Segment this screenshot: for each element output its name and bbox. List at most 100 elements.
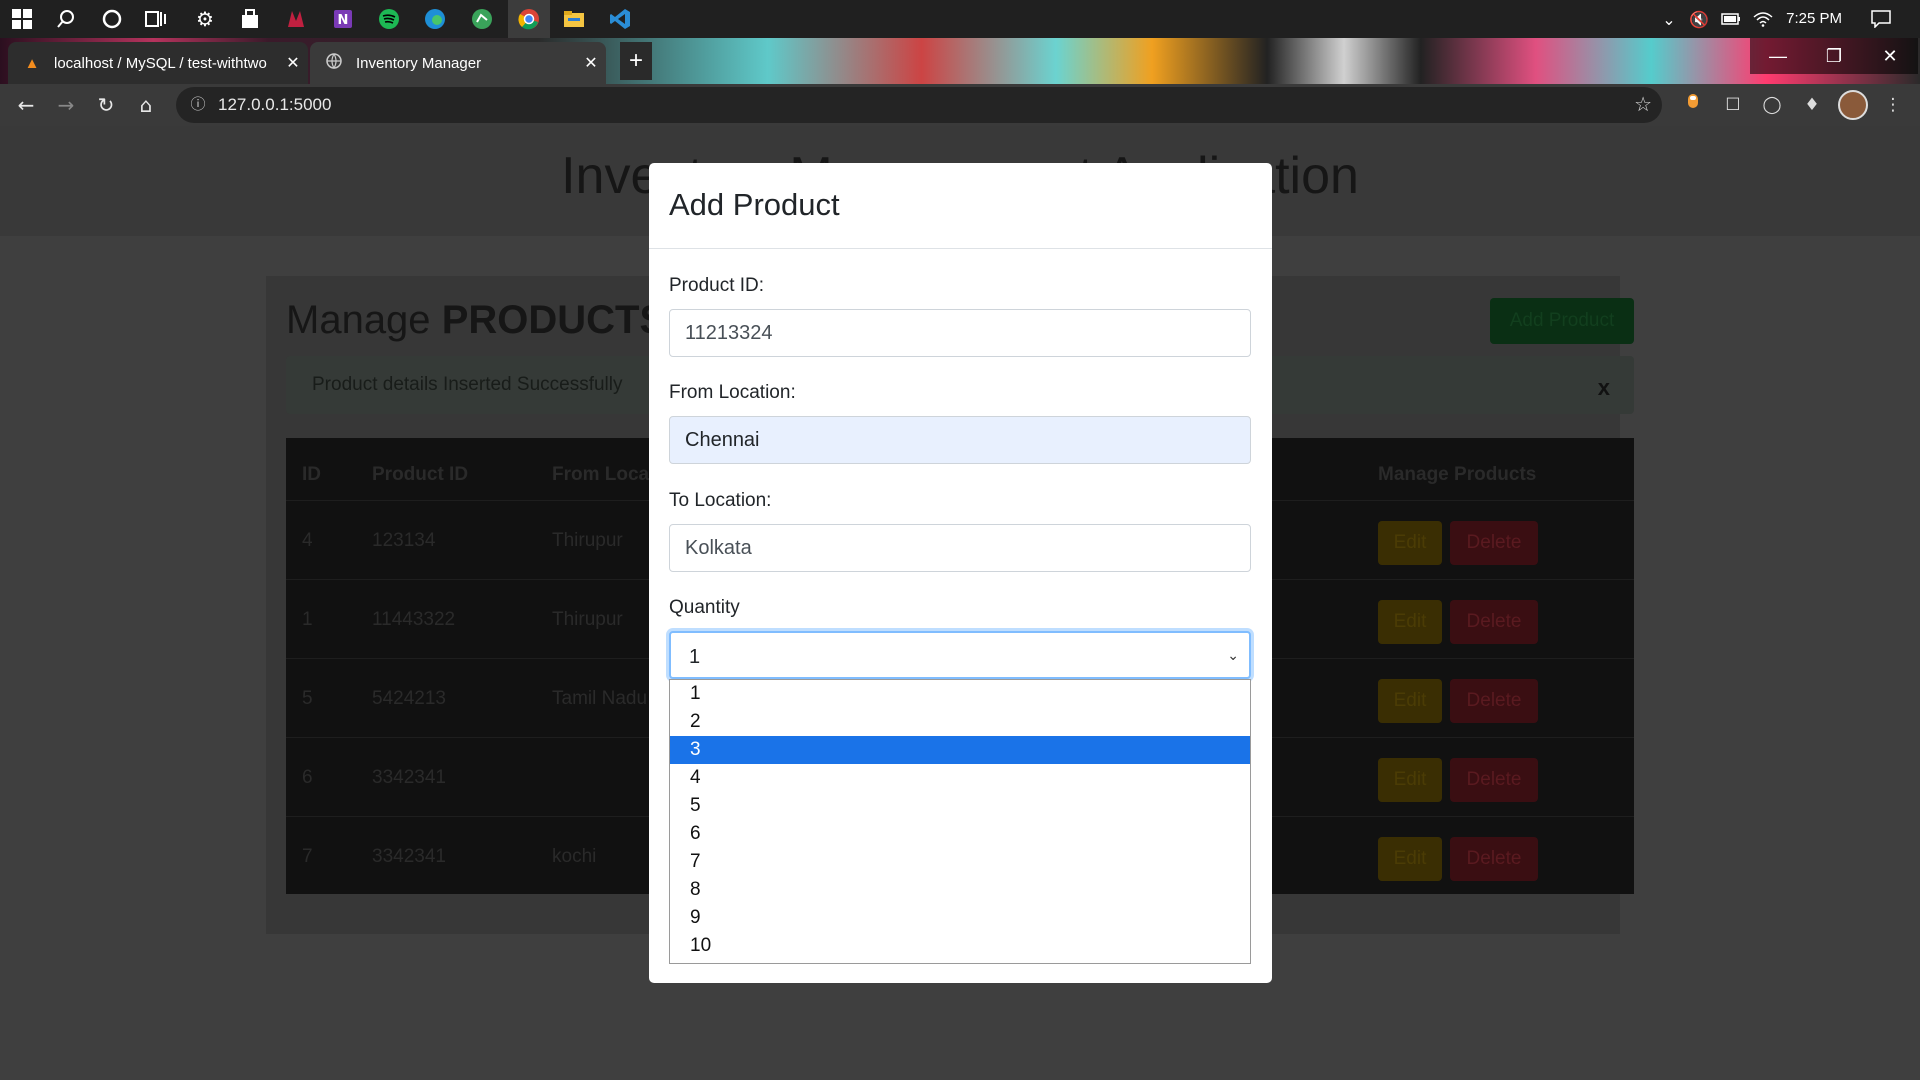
edit-button[interactable]: Edit <box>1378 758 1442 802</box>
extension-icon[interactable]: ◯ <box>1757 90 1787 120</box>
alert-close-button[interactable]: x <box>1598 356 1610 414</box>
delete-button[interactable]: Delete <box>1450 837 1538 881</box>
windows-taskbar: ⚙ N ⌄ 🔇 7:25 PM <box>0 0 1920 38</box>
chrome-icon[interactable] <box>508 0 550 38</box>
close-tab-icon[interactable]: ✕ <box>278 53 308 73</box>
site-info-icon[interactable]: ⓘ <box>186 87 210 123</box>
cell-from-location: kochi <box>552 846 597 867</box>
extension-icon[interactable] <box>1678 90 1708 120</box>
quantity-option[interactable]: 1 <box>670 680 1250 708</box>
vscode-icon[interactable] <box>600 0 640 38</box>
windows-start-icon[interactable] <box>2 0 42 38</box>
modal-title: Add Product <box>669 187 840 222</box>
delete-button[interactable]: Delete <box>1450 600 1538 644</box>
quantity-option[interactable]: 4 <box>670 764 1250 792</box>
clock-time[interactable]: 7:25 PM <box>1786 0 1842 38</box>
pocket-icon[interactable]: ☐ <box>1718 90 1748 120</box>
quantity-option[interactable]: 5 <box>670 792 1250 820</box>
add-product-button[interactable]: Add Product <box>1490 298 1634 344</box>
to-location-label: To Location: <box>669 490 772 511</box>
table-header: Manage Products <box>1378 464 1537 485</box>
quantity-option-highlighted[interactable]: 3 <box>670 736 1250 764</box>
cell-product-id: 11443322 <box>372 609 456 630</box>
quantity-option[interactable]: 9 <box>670 904 1250 932</box>
phpmyadmin-icon: ▲ <box>24 54 40 72</box>
quantity-option[interactable]: 10 <box>670 932 1250 960</box>
tab-label: localhost / MySQL / test-withtwo <box>54 54 267 72</box>
quantity-dropdown-list: 1 2 3 4 5 6 7 8 9 10 <box>669 679 1251 964</box>
cell-product-id: 123134 <box>372 530 436 551</box>
file-explorer-icon[interactable] <box>554 0 594 38</box>
reload-icon[interactable]: ↻ <box>88 84 124 126</box>
tab-inventory-manager[interactable]: Inventory Manager ✕ <box>310 42 606 84</box>
app-icon[interactable] <box>462 0 502 38</box>
table-header: ID <box>302 464 321 485</box>
quantity-label: Quantity <box>669 597 740 618</box>
delete-button[interactable]: Delete <box>1450 758 1538 802</box>
edge-icon[interactable] <box>415 0 455 38</box>
address-bar[interactable]: ⓘ 127.0.0.1:5000 ☆ <box>176 87 1662 123</box>
edit-button[interactable]: Edit <box>1378 679 1442 723</box>
manage-prefix: Manage <box>286 298 431 342</box>
onenote-icon[interactable]: N <box>323 0 363 38</box>
alert-text: Product details Inserted Successfully <box>312 374 623 395</box>
to-location-input[interactable] <box>669 524 1251 572</box>
cell-product-id: 3342341 <box>372 767 446 788</box>
volume-muted-icon[interactable]: 🔇 <box>1686 0 1712 38</box>
quantity-option[interactable]: 6 <box>670 820 1250 848</box>
svg-text:N: N <box>338 13 349 28</box>
profile-avatar[interactable] <box>1838 90 1868 120</box>
cell-from-location: Thirupur <box>552 609 623 630</box>
browser-toolbar: ← → ↻ ⌂ ⓘ 127.0.0.1:5000 ☆ ☐ ◯ ♦ ⋮ <box>0 84 1920 126</box>
spotify-icon[interactable] <box>369 0 409 38</box>
cell-from-location: Tamil Nadu <box>552 688 648 709</box>
cell-id: 6 <box>302 767 313 788</box>
minimize-icon[interactable]: — <box>1750 38 1806 74</box>
delete-button[interactable]: Delete <box>1450 679 1538 723</box>
globe-icon <box>324 53 344 73</box>
from-location-input[interactable] <box>669 416 1251 464</box>
chevron-up-icon[interactable]: ⌄ <box>1656 0 1682 38</box>
url-text[interactable]: 127.0.0.1:5000 <box>218 87 331 123</box>
store-icon[interactable] <box>230 0 270 38</box>
home-icon[interactable]: ⌂ <box>128 84 164 126</box>
quantity-option[interactable]: 8 <box>670 876 1250 904</box>
notification-center-icon[interactable] <box>1866 0 1896 38</box>
forward-icon[interactable]: → <box>48 84 84 126</box>
quantity-select[interactable]: 1 ⌄ <box>669 631 1251 679</box>
edit-button[interactable]: Edit <box>1378 600 1442 644</box>
table-header: Product ID <box>372 464 469 485</box>
quantity-selected-value: 1 <box>689 646 701 668</box>
product-id-label: Product ID: <box>669 275 765 296</box>
cell-product-id: 3342341 <box>372 846 446 867</box>
battery-icon[interactable] <box>1718 0 1744 38</box>
extensions-puzzle-icon[interactable]: ♦ <box>1797 90 1827 120</box>
bookmark-star-icon[interactable]: ☆ <box>1634 87 1652 123</box>
quantity-option[interactable]: 7 <box>670 848 1250 876</box>
from-location-label: From Location: <box>669 382 796 403</box>
cortana-icon[interactable] <box>92 0 132 38</box>
wifi-icon[interactable] <box>1750 0 1776 38</box>
menu-dots-icon[interactable]: ⋮ <box>1878 90 1908 120</box>
new-tab-button[interactable]: + <box>620 42 652 80</box>
product-id-input[interactable] <box>669 309 1251 357</box>
close-window-icon[interactable]: ✕ <box>1862 38 1918 74</box>
task-view-icon[interactable] <box>136 0 176 38</box>
edit-button[interactable]: Edit <box>1378 521 1442 565</box>
cell-id: 4 <box>302 530 313 551</box>
chevron-down-icon: ⌄ <box>1227 648 1239 664</box>
manage-strong: PRODUCTS <box>441 298 667 342</box>
search-icon[interactable] <box>46 0 86 38</box>
cell-from-location: Thirupur <box>552 530 623 551</box>
manage-products-heading: Manage PRODUCTS <box>286 298 666 343</box>
close-tab-icon[interactable]: ✕ <box>576 53 606 73</box>
back-icon[interactable]: ← <box>8 84 44 126</box>
delete-button[interactable]: Delete <box>1450 521 1538 565</box>
app-icon[interactable] <box>276 0 316 38</box>
quantity-option[interactable]: 2 <box>670 708 1250 736</box>
restore-icon[interactable]: ❐ <box>1806 38 1862 74</box>
tab-phpmyadmin[interactable]: ▲ localhost / MySQL / test-withtwo ✕ <box>8 42 308 84</box>
edit-button[interactable]: Edit <box>1378 837 1442 881</box>
settings-icon[interactable]: ⚙ <box>185 0 225 38</box>
browser-tab-strip: ▲ localhost / MySQL / test-withtwo ✕ Inv… <box>0 38 1920 84</box>
